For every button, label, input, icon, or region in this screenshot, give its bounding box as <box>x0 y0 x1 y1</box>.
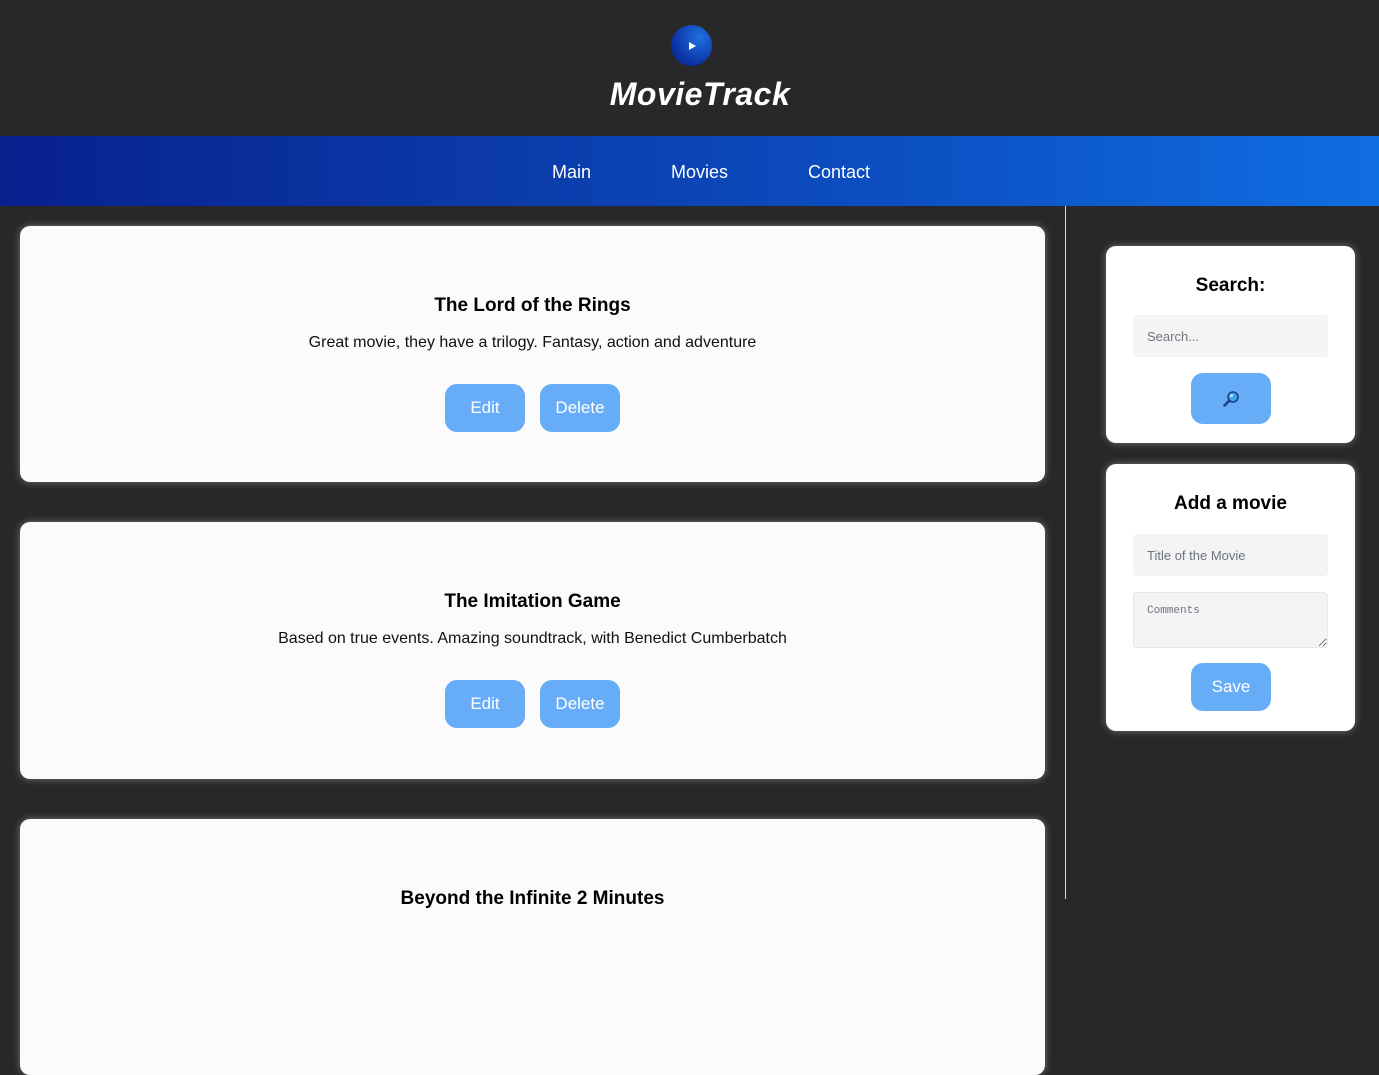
site-header: MovieTrack <box>0 0 1379 136</box>
edit-button[interactable]: Edit <box>445 680 525 728</box>
add-movie-panel: Add a movie Save <box>1106 464 1355 731</box>
save-button[interactable]: Save <box>1191 663 1271 711</box>
comments-textarea[interactable] <box>1133 592 1328 648</box>
magnifier-icon <box>1223 390 1239 407</box>
movie-title: The Lord of the Rings <box>434 295 631 316</box>
search-title: Search: <box>1195 275 1266 296</box>
edit-button[interactable]: Edit <box>445 384 525 432</box>
add-movie-title: Add a movie <box>1174 493 1287 514</box>
movie-card: Beyond the Infinite 2 Minutes <box>20 819 1045 1075</box>
nav-item-movies[interactable]: Movies <box>671 136 728 206</box>
nav-item-contact[interactable]: Contact <box>808 136 870 206</box>
movie-title: The Imitation Game <box>444 591 621 612</box>
search-button[interactable] <box>1191 373 1271 424</box>
delete-button[interactable]: Delete <box>540 384 620 432</box>
movie-card: The Imitation Game Based on true events.… <box>20 522 1045 779</box>
search-input[interactable] <box>1133 315 1328 357</box>
movie-card: The Lord of the Rings Great movie, they … <box>20 226 1045 482</box>
column-divider <box>1065 206 1066 899</box>
movie-title-input[interactable] <box>1133 534 1328 576</box>
brand-title: MovieTrack <box>609 76 791 112</box>
movie-comment: Based on true events. Amazing soundtrack… <box>278 630 787 647</box>
search-panel: Search: <box>1106 246 1355 443</box>
main-navigation: Main Movies Contact <box>0 136 1379 206</box>
play-icon[interactable] <box>671 25 712 66</box>
movie-title: Beyond the Infinite 2 Minutes <box>400 888 665 909</box>
nav-item-main[interactable]: Main <box>552 136 591 206</box>
play-triangle <box>688 41 696 50</box>
delete-button[interactable]: Delete <box>540 680 620 728</box>
movie-comment: Great movie, they have a trilogy. Fantas… <box>308 334 757 351</box>
